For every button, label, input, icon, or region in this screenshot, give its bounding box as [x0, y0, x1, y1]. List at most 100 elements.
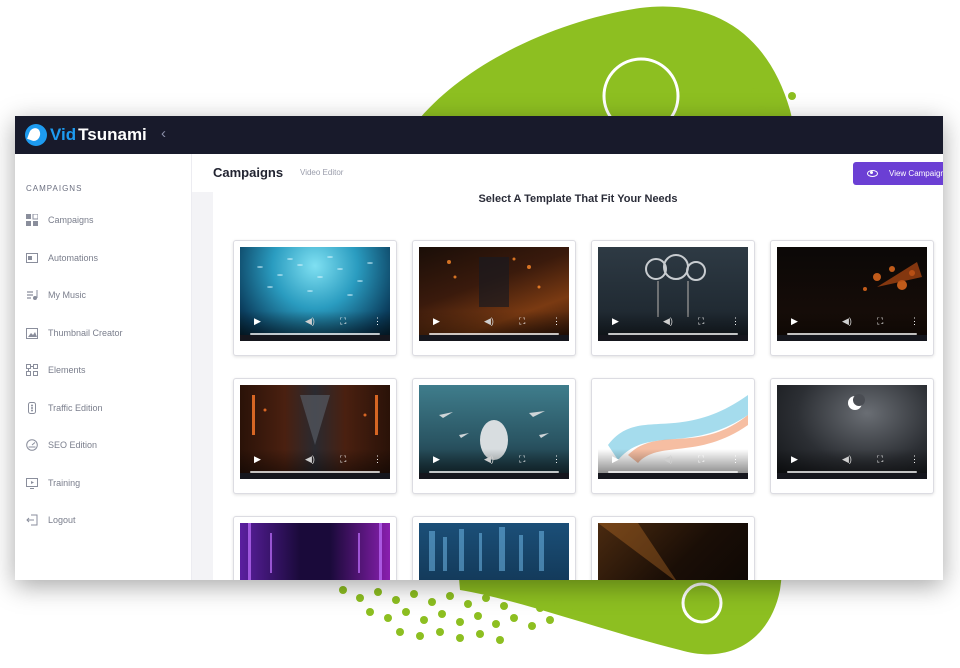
more-options-icon[interactable]: ⋮: [373, 455, 382, 464]
sidebar-item-label: My Music: [48, 290, 86, 300]
video-thumbnail: [248, 523, 382, 580]
brand-name-vid: Vid: [50, 125, 77, 144]
logout-icon: [26, 514, 38, 526]
sidebar-item-label: SEO Edition: [48, 440, 98, 450]
video-thumbnail: [429, 527, 544, 571]
play-icon[interactable]: ▶: [791, 455, 798, 464]
play-icon[interactable]: ▶: [433, 455, 440, 464]
template-card-7[interactable]: ▶ ◀) ⛶ ⋮: [591, 378, 755, 494]
more-options-icon[interactable]: ⋮: [731, 317, 740, 326]
video-player[interactable]: ▶ ◀) ⛶ ⋮: [419, 385, 569, 479]
sidebar-item-training[interactable]: Training: [26, 473, 80, 493]
fullscreen-icon[interactable]: ⛶: [877, 317, 883, 326]
sidebar-item-thumbnail-creator[interactable]: Thumbnail Creator: [26, 323, 123, 343]
sidebar-item-elements[interactable]: Elements: [26, 360, 86, 380]
template-card-5[interactable]: ▶ ◀) ⛶ ⋮: [233, 378, 397, 494]
brand-name-tsunami: Tsunami: [78, 125, 147, 144]
panel-title: Select A Template That Fit Your Needs: [478, 193, 678, 205]
template-card-6[interactable]: ▶ ◀) ⛶ ⋮: [412, 378, 576, 494]
more-options-icon[interactable]: ⋮: [910, 455, 919, 464]
template-card-1[interactable]: ▶ ◀) ⛶ ⋮: [233, 240, 397, 356]
video-player[interactable]: ▶ ◀) ⛶ ⋮: [240, 385, 390, 479]
top-bar: Vid Tsunami ‹: [15, 116, 943, 154]
template-card-4[interactable]: ▶ ◀) ⛶ ⋮: [770, 240, 934, 356]
page: Vid Tsunami ‹ CAMPAIGNS Campaigns Automa…: [0, 0, 960, 668]
image-icon: [26, 327, 38, 339]
template-card-8[interactable]: ▶ ◀) ⛶ ⋮: [770, 378, 934, 494]
video-player[interactable]: ▶ ◀) ⛶ ⋮: [777, 385, 927, 479]
video-bottom-bar: [419, 473, 569, 479]
volume-icon[interactable]: ◀): [663, 455, 673, 464]
collapse-sidebar-chevron-icon[interactable]: ‹: [161, 125, 166, 142]
volume-icon[interactable]: ◀): [842, 455, 852, 464]
volume-icon[interactable]: ◀): [305, 455, 315, 464]
more-options-icon[interactable]: ⋮: [731, 455, 740, 464]
volume-icon[interactable]: ◀): [484, 317, 494, 326]
music-icon: [26, 289, 38, 301]
sidebar-item-label: Logout: [48, 515, 76, 525]
play-icon[interactable]: ▶: [433, 317, 440, 326]
fullscreen-icon[interactable]: ⛶: [519, 317, 525, 326]
view-campaign-button[interactable]: View Campaign: [853, 162, 943, 185]
video-player[interactable]: ▶ ◀) ⛶ ⋮: [598, 247, 748, 341]
sidebar-item-label: Elements: [48, 365, 86, 375]
volume-icon[interactable]: ◀): [484, 455, 494, 464]
template-card-2[interactable]: ▶ ◀) ⛶ ⋮: [412, 240, 576, 356]
video-player[interactable]: [419, 523, 569, 580]
volume-icon[interactable]: ◀): [842, 317, 852, 326]
sidebar-item-campaigns[interactable]: Campaigns: [26, 210, 94, 230]
video-player[interactable]: ▶ ◀) ⛶ ⋮: [598, 385, 748, 479]
fullscreen-icon[interactable]: ⛶: [698, 317, 704, 326]
eye-icon: [867, 170, 878, 177]
fullscreen-icon[interactable]: ⛶: [698, 455, 704, 464]
play-icon[interactable]: ▶: [254, 317, 261, 326]
template-card-3[interactable]: ▶ ◀) ⛶ ⋮: [591, 240, 755, 356]
breadcrumb[interactable]: Video Editor: [300, 168, 343, 177]
video-bottom-bar: [777, 473, 927, 479]
template-card-11[interactable]: [591, 516, 755, 580]
sidebar-item-label: Traffic Edition: [48, 403, 103, 413]
more-options-icon[interactable]: ⋮: [910, 317, 919, 326]
fullscreen-icon[interactable]: ⛶: [877, 455, 883, 464]
fullscreen-icon[interactable]: ⛶: [340, 317, 346, 326]
more-options-icon[interactable]: ⋮: [552, 455, 561, 464]
video-bottom-bar: [419, 335, 569, 341]
fullscreen-icon[interactable]: ⛶: [340, 455, 346, 464]
main-content: Campaigns Video Editor View Campaign Sel…: [192, 154, 943, 580]
page-title: Campaigns: [213, 165, 284, 180]
logo-icon: [25, 124, 47, 146]
video-player[interactable]: ▶ ◀) ⛶ ⋮: [419, 247, 569, 341]
fullscreen-icon[interactable]: ⛶: [519, 455, 525, 464]
sidebar-item-my-music[interactable]: My Music: [26, 285, 86, 305]
video-bottom-bar: [598, 335, 748, 341]
view-campaign-label: View Campaign: [889, 169, 943, 178]
video-player[interactable]: ▶ ◀) ⛶ ⋮: [777, 247, 927, 341]
template-card-9[interactable]: [233, 516, 397, 580]
traffic-icon: [26, 402, 38, 414]
video-player[interactable]: [598, 523, 748, 580]
video-player[interactable]: [240, 523, 390, 580]
play-icon[interactable]: ▶: [791, 317, 798, 326]
sidebar-item-seo-edition[interactable]: SEO Edition: [26, 435, 97, 455]
sidebar-heading: CAMPAIGNS: [26, 184, 83, 193]
sidebar-item-logout[interactable]: Logout: [26, 510, 76, 530]
automation-icon: [26, 252, 38, 264]
logo[interactable]: Vid Tsunami: [25, 121, 147, 149]
video-bottom-bar: [240, 473, 390, 479]
volume-icon[interactable]: ◀): [663, 317, 673, 326]
volume-icon[interactable]: ◀): [305, 317, 315, 326]
sidebar-item-automations[interactable]: Automations: [26, 248, 98, 268]
play-icon[interactable]: ▶: [612, 317, 619, 326]
template-card-10[interactable]: [412, 516, 576, 580]
sidebar-item-traffic-edition[interactable]: Traffic Edition: [26, 398, 103, 418]
video-bottom-bar: [777, 335, 927, 341]
more-options-icon[interactable]: ⋮: [373, 317, 382, 326]
grid-icon: [26, 214, 38, 226]
play-icon[interactable]: ▶: [612, 455, 619, 464]
video-player[interactable]: ▶ ◀) ⛶ ⋮: [240, 247, 390, 341]
sidebar-item-label: Training: [48, 478, 81, 488]
play-icon[interactable]: ▶: [254, 455, 261, 464]
more-options-icon[interactable]: ⋮: [552, 317, 561, 326]
sidebar-item-label: Campaigns: [48, 215, 94, 225]
sidebar-item-label: Thumbnail Creator: [48, 328, 123, 338]
